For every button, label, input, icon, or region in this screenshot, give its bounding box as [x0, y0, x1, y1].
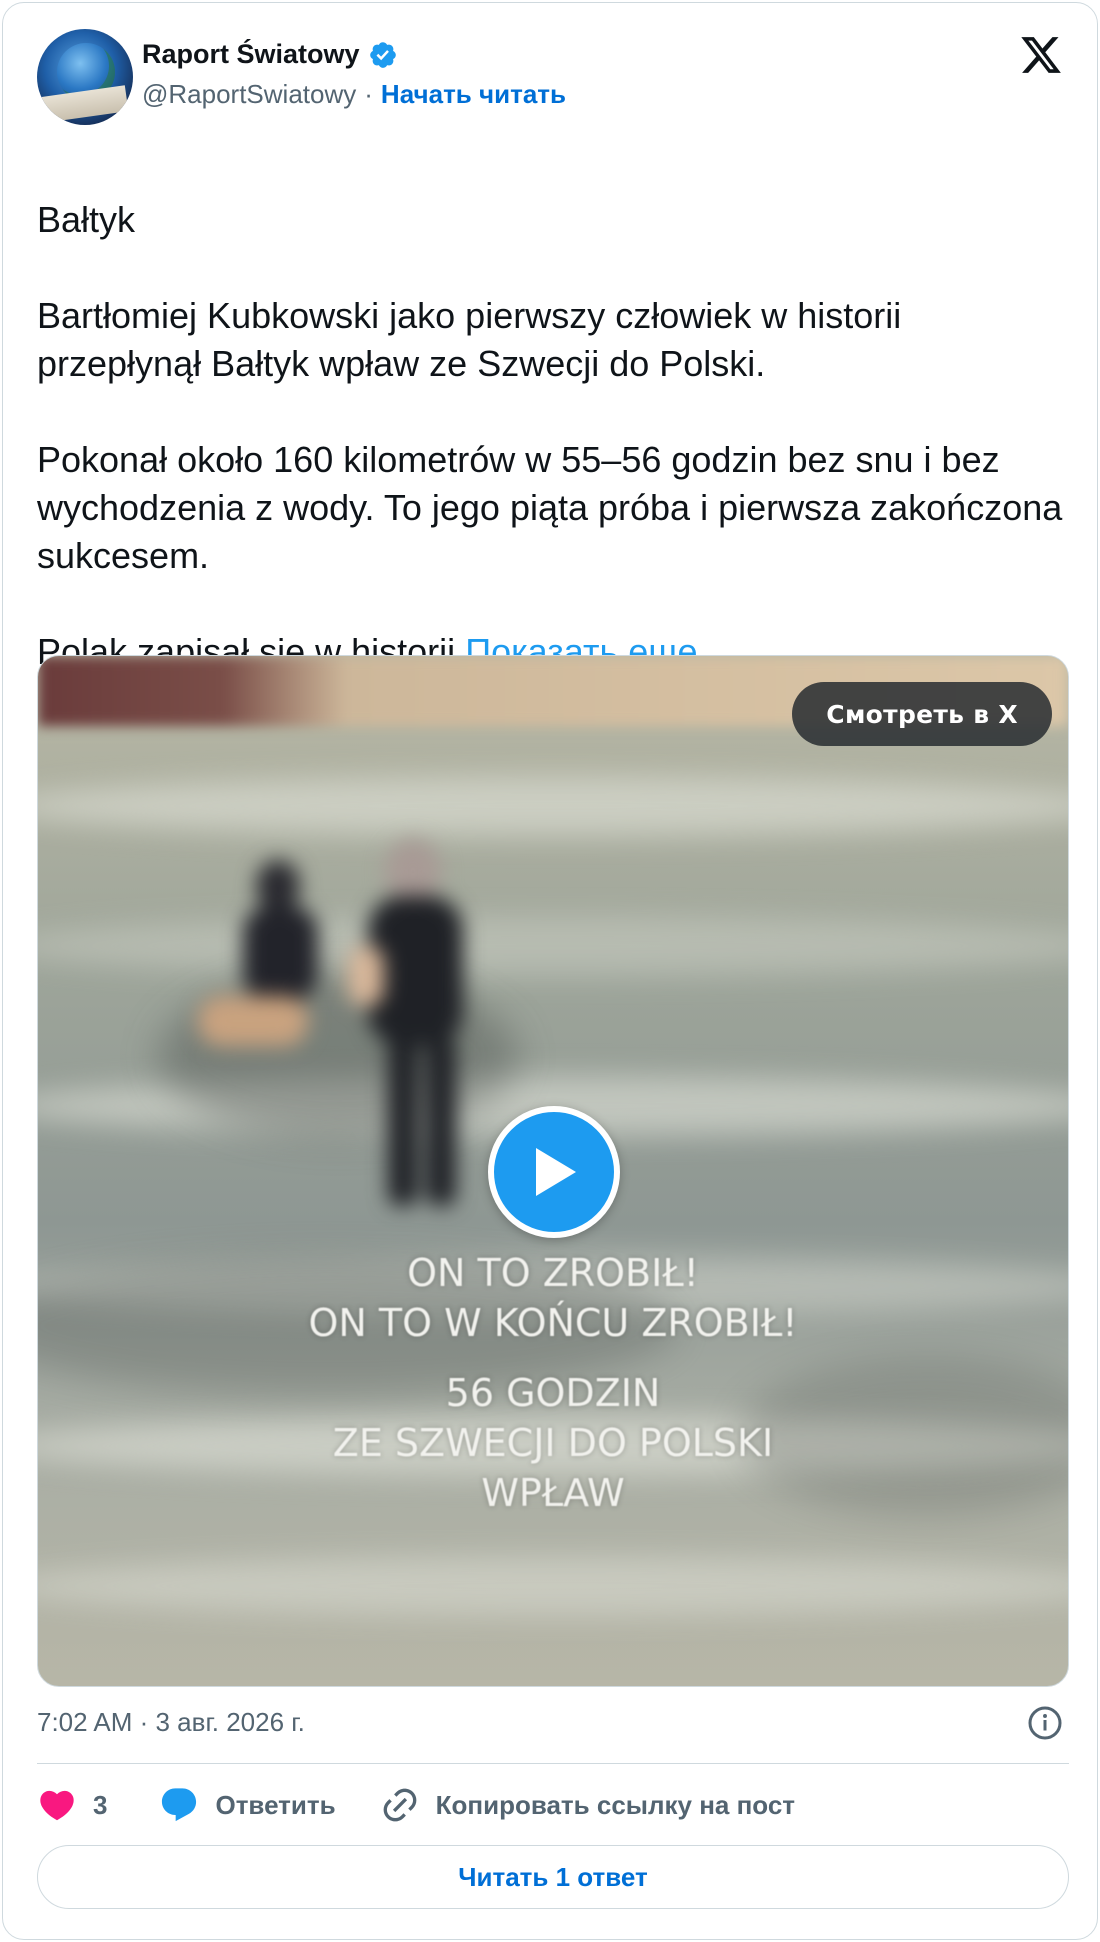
heart-icon — [40, 1790, 74, 1821]
overlay-text-block-1: ON TO ZROBIŁ! ON TO W KOŃCU ZROBIŁ! — [38, 1248, 1068, 1348]
follow-link[interactable]: Начать читать — [381, 79, 566, 110]
avatar[interactable] — [37, 29, 133, 125]
author-handle-row: @RaportSwiatowy · Начать читать — [142, 79, 566, 110]
tweet-paragraph-3: Pokonał około 160 kilometrów w 55–56 god… — [37, 439, 1063, 576]
overlay-line: ON TO ZROBIŁ! — [407, 1251, 699, 1295]
play-button[interactable] — [488, 1106, 620, 1238]
reply-button[interactable]: Ответить — [159, 1785, 336, 1825]
link-icon — [383, 1788, 417, 1822]
play-icon — [536, 1148, 576, 1196]
copy-link-button[interactable]: Копировать ссылку на пост — [380, 1785, 795, 1825]
author-display-name[interactable]: Raport Światowy — [142, 39, 360, 70]
reply-label: Ответить — [215, 1789, 336, 1820]
author-name-row: Raport Światowy — [142, 39, 398, 70]
tweet-card: Raport Światowy @RaportSwiatowy · Начать… — [2, 2, 1098, 1940]
overlay-line: ZE SZWECJI DO POLSKI — [332, 1421, 774, 1465]
reply-bubble-icon — [162, 1788, 197, 1822]
divider — [37, 1763, 1069, 1764]
swimmer-figure — [198, 860, 318, 1046]
read-replies-button[interactable]: Читать 1 ответ — [37, 1845, 1069, 1909]
overlay-text-block-2: 56 GODZIN ZE SZWECJI DO POLSKI WPŁAW — [38, 1368, 1068, 1518]
like-button[interactable]: 3 — [37, 1785, 107, 1825]
info-icon[interactable] — [1027, 1705, 1063, 1741]
copy-link-label: Копировать ссылку на пост — [435, 1789, 796, 1820]
separator-dot: · — [364, 79, 373, 109]
overlay-line: 56 GODZIN — [445, 1371, 661, 1415]
timestamp[interactable]: 7:02 AM · 3 авг. 2026 г. — [37, 1707, 305, 1738]
helper-figure — [348, 839, 463, 1206]
tweet-paragraph-2: Bartłomiej Kubkowski jako pierwszy człow… — [37, 295, 902, 384]
newspaper-image — [41, 85, 129, 123]
overlay-line: WPŁAW — [481, 1471, 625, 1515]
author-handle[interactable]: @RaportSwiatowy — [142, 79, 356, 110]
verified-badge-icon — [369, 41, 396, 68]
watch-on-x-button[interactable]: Смотреть в X — [792, 682, 1052, 746]
tweet-line-1 — [37, 148, 1067, 196]
overlay-line: ON TO W KOŃCU ZROBIŁ! — [308, 1301, 798, 1345]
action-bar: 3 Ответить Копировать ссылку на пост — [37, 1783, 795, 1827]
tweet-heading: Bałtyk — [37, 199, 136, 240]
video-thumbnail[interactable]: ON TO ZROBIŁ! ON TO W KOŃCU ZROBIŁ! 56 G… — [37, 655, 1069, 1687]
x-logo-icon[interactable] — [1019, 33, 1063, 77]
like-count: 3 — [93, 1789, 108, 1820]
poland-flag-icon — [37, 154, 87, 190]
tweet-text: Bałtyk Bartłomiej Kubkowski jako pierwsz… — [37, 148, 1067, 676]
